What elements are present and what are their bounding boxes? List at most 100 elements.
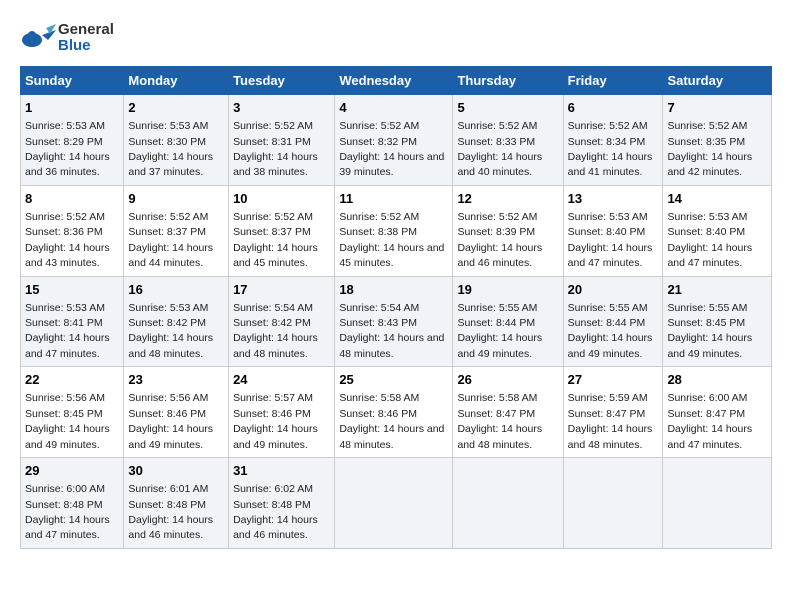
- week-row-5: 29Sunrise: 6:00 AMSunset: 8:48 PMDayligh…: [21, 458, 772, 549]
- calendar-cell: 24Sunrise: 5:57 AMSunset: 8:46 PMDayligh…: [229, 367, 335, 458]
- calendar-cell: 12 Sunrise: 5:52 AMSunset: 8:39 PMDayligh…: [453, 185, 563, 276]
- calendar-cell: 23Sunrise: 5:56 AMSunset: 8:46 PMDayligh…: [124, 367, 229, 458]
- calendar-cell: 20 Sunrise: 5:55 AMSunset: 8:44 PMDayligh…: [563, 276, 663, 367]
- cell-info: Sunrise: 5:52 AMSunset: 8:34 PMDaylight:…: [568, 120, 653, 178]
- calendar-cell: 26 Sunrise: 5:58 AMSunset: 8:47 PMDayligh…: [453, 367, 563, 458]
- header-friday: Friday: [563, 67, 663, 95]
- cell-info: Sunrise: 5:58 AMSunset: 8:46 PMDaylight:…: [339, 392, 444, 450]
- cell-info: Sunrise: 6:01 AMSunset: 8:48 PMDaylight:…: [128, 483, 213, 541]
- cell-info: Sunrise: 5:52 AMSunset: 8:36 PMDaylight:…: [25, 211, 110, 269]
- calendar-cell: 25Sunrise: 5:58 AMSunset: 8:46 PMDayligh…: [335, 367, 453, 458]
- day-number: 11: [339, 190, 448, 208]
- calendar-cell: 22 Sunrise: 5:56 AMSunset: 8:45 PMDayligh…: [21, 367, 124, 458]
- day-number: 10: [233, 190, 330, 208]
- day-number: 5: [457, 99, 558, 117]
- cell-info: Sunrise: 5:52 AMSunset: 8:37 PMDaylight:…: [233, 211, 318, 269]
- cell-info: Sunrise: 5:52 AMSunset: 8:32 PMDaylight:…: [339, 120, 444, 178]
- cell-info: Sunrise: 5:59 AMSunset: 8:47 PMDaylight:…: [568, 392, 653, 450]
- day-number: 3: [233, 99, 330, 117]
- calendar-cell: [663, 458, 772, 549]
- day-number: 28: [667, 371, 767, 389]
- cell-info: Sunrise: 5:54 AMSunset: 8:43 PMDaylight:…: [339, 302, 444, 360]
- header-monday: Monday: [124, 67, 229, 95]
- cell-info: Sunrise: 5:53 AMSunset: 8:41 PMDaylight:…: [25, 302, 110, 360]
- day-number: 26: [457, 371, 558, 389]
- header-tuesday: Tuesday: [229, 67, 335, 95]
- cell-info: Sunrise: 5:53 AMSunset: 8:29 PMDaylight:…: [25, 120, 110, 178]
- week-row-3: 15Sunrise: 5:53 AMSunset: 8:41 PMDayligh…: [21, 276, 772, 367]
- cell-info: Sunrise: 5:52 AMSunset: 8:35 PMDaylight:…: [667, 120, 752, 178]
- cell-info: Sunrise: 5:52 AMSunset: 8:38 PMDaylight:…: [339, 211, 444, 269]
- calendar-cell: 1Sunrise: 5:53 AMSunset: 8:29 PMDaylight…: [21, 95, 124, 186]
- day-number: 12: [457, 190, 558, 208]
- cell-info: Sunrise: 5:56 AMSunset: 8:45 PMDaylight:…: [25, 392, 110, 450]
- logo-bird-icon: [20, 20, 56, 56]
- header-sunday: Sunday: [21, 67, 124, 95]
- cell-info: Sunrise: 5:53 AMSunset: 8:40 PMDaylight:…: [568, 211, 653, 269]
- cell-info: Sunrise: 5:53 AMSunset: 8:40 PMDaylight:…: [667, 211, 752, 269]
- cell-info: Sunrise: 5:55 AMSunset: 8:44 PMDaylight:…: [568, 302, 653, 360]
- logo-container: General Blue: [20, 20, 114, 56]
- cell-info: Sunrise: 6:00 AMSunset: 8:47 PMDaylight:…: [667, 392, 752, 450]
- calendar-cell: [453, 458, 563, 549]
- day-number: 17: [233, 281, 330, 299]
- day-number: 30: [128, 462, 224, 480]
- calendar-cell: 14 Sunrise: 5:53 AMSunset: 8:40 PMDayligh…: [663, 185, 772, 276]
- logo: General Blue: [20, 20, 114, 56]
- calendar-cell: 10 Sunrise: 5:52 AMSunset: 8:37 PMDayligh…: [229, 185, 335, 276]
- calendar-cell: [335, 458, 453, 549]
- day-number: 4: [339, 99, 448, 117]
- day-number: 7: [667, 99, 767, 117]
- day-number: 13: [568, 190, 659, 208]
- cell-info: Sunrise: 5:58 AMSunset: 8:47 PMDaylight:…: [457, 392, 542, 450]
- day-number: 8: [25, 190, 119, 208]
- calendar-cell: 19 Sunrise: 5:55 AMSunset: 8:44 PMDayligh…: [453, 276, 563, 367]
- calendar-cell: 30 Sunrise: 6:01 AMSunset: 8:48 PMDayligh…: [124, 458, 229, 549]
- cell-info: Sunrise: 5:57 AMSunset: 8:46 PMDaylight:…: [233, 392, 318, 450]
- cell-info: Sunrise: 6:02 AMSunset: 8:48 PMDaylight:…: [233, 483, 318, 541]
- day-number: 22: [25, 371, 119, 389]
- header-thursday: Thursday: [453, 67, 563, 95]
- day-number: 20: [568, 281, 659, 299]
- calendar-cell: 6 Sunrise: 5:52 AMSunset: 8:34 PMDaylight…: [563, 95, 663, 186]
- calendar-cell: 8 Sunrise: 5:52 AMSunset: 8:36 PMDaylight…: [21, 185, 124, 276]
- page-header: General Blue: [20, 20, 772, 56]
- calendar-cell: 21 Sunrise: 5:55 AMSunset: 8:45 PMDayligh…: [663, 276, 772, 367]
- cell-info: Sunrise: 5:52 AMSunset: 8:33 PMDaylight:…: [457, 120, 542, 178]
- calendar-cell: 16 Sunrise: 5:53 AMSunset: 8:42 PMDayligh…: [124, 276, 229, 367]
- calendar-cell: 4 Sunrise: 5:52 AMSunset: 8:32 PMDaylight…: [335, 95, 453, 186]
- day-number: 6: [568, 99, 659, 117]
- calendar-cell: 29Sunrise: 6:00 AMSunset: 8:48 PMDayligh…: [21, 458, 124, 549]
- cell-info: Sunrise: 5:52 AMSunset: 8:31 PMDaylight:…: [233, 120, 318, 178]
- calendar-cell: 11 Sunrise: 5:52 AMSunset: 8:38 PMDayligh…: [335, 185, 453, 276]
- calendar-cell: 5 Sunrise: 5:52 AMSunset: 8:33 PMDaylight…: [453, 95, 563, 186]
- cell-info: Sunrise: 5:52 AMSunset: 8:39 PMDaylight:…: [457, 211, 542, 269]
- cell-info: Sunrise: 5:55 AMSunset: 8:44 PMDaylight:…: [457, 302, 542, 360]
- cell-info: Sunrise: 6:00 AMSunset: 8:48 PMDaylight:…: [25, 483, 110, 541]
- cell-info: Sunrise: 5:55 AMSunset: 8:45 PMDaylight:…: [667, 302, 752, 360]
- week-row-2: 8 Sunrise: 5:52 AMSunset: 8:36 PMDaylight…: [21, 185, 772, 276]
- day-number: 16: [128, 281, 224, 299]
- day-number: 2: [128, 99, 224, 117]
- calendar-cell: 13 Sunrise: 5:53 AMSunset: 8:40 PMDayligh…: [563, 185, 663, 276]
- cell-info: Sunrise: 5:52 AMSunset: 8:37 PMDaylight:…: [128, 211, 213, 269]
- calendar-cell: 31Sunrise: 6:02 AMSunset: 8:48 PMDayligh…: [229, 458, 335, 549]
- day-number: 14: [667, 190, 767, 208]
- logo-text: General Blue: [58, 22, 114, 55]
- cell-info: Sunrise: 5:53 AMSunset: 8:42 PMDaylight:…: [128, 302, 213, 360]
- calendar-cell: 27Sunrise: 5:59 AMSunset: 8:47 PMDayligh…: [563, 367, 663, 458]
- cell-info: Sunrise: 5:56 AMSunset: 8:46 PMDaylight:…: [128, 392, 213, 450]
- calendar-header-row: SundayMondayTuesdayWednesdayThursdayFrid…: [21, 67, 772, 95]
- calendar-cell: [563, 458, 663, 549]
- calendar-cell: 18Sunrise: 5:54 AMSunset: 8:43 PMDayligh…: [335, 276, 453, 367]
- week-row-4: 22 Sunrise: 5:56 AMSunset: 8:45 PMDayligh…: [21, 367, 772, 458]
- day-number: 21: [667, 281, 767, 299]
- day-number: 9: [128, 190, 224, 208]
- calendar-cell: 3 Sunrise: 5:52 AMSunset: 8:31 PMDaylight…: [229, 95, 335, 186]
- calendar-table: SundayMondayTuesdayWednesdayThursdayFrid…: [20, 66, 772, 549]
- day-number: 19: [457, 281, 558, 299]
- calendar-cell: 2 Sunrise: 5:53 AMSunset: 8:30 PMDaylight…: [124, 95, 229, 186]
- cell-info: Sunrise: 5:53 AMSunset: 8:30 PMDaylight:…: [128, 120, 213, 178]
- logo-line2: Blue: [58, 38, 114, 55]
- calendar-cell: 17Sunrise: 5:54 AMSunset: 8:42 PMDayligh…: [229, 276, 335, 367]
